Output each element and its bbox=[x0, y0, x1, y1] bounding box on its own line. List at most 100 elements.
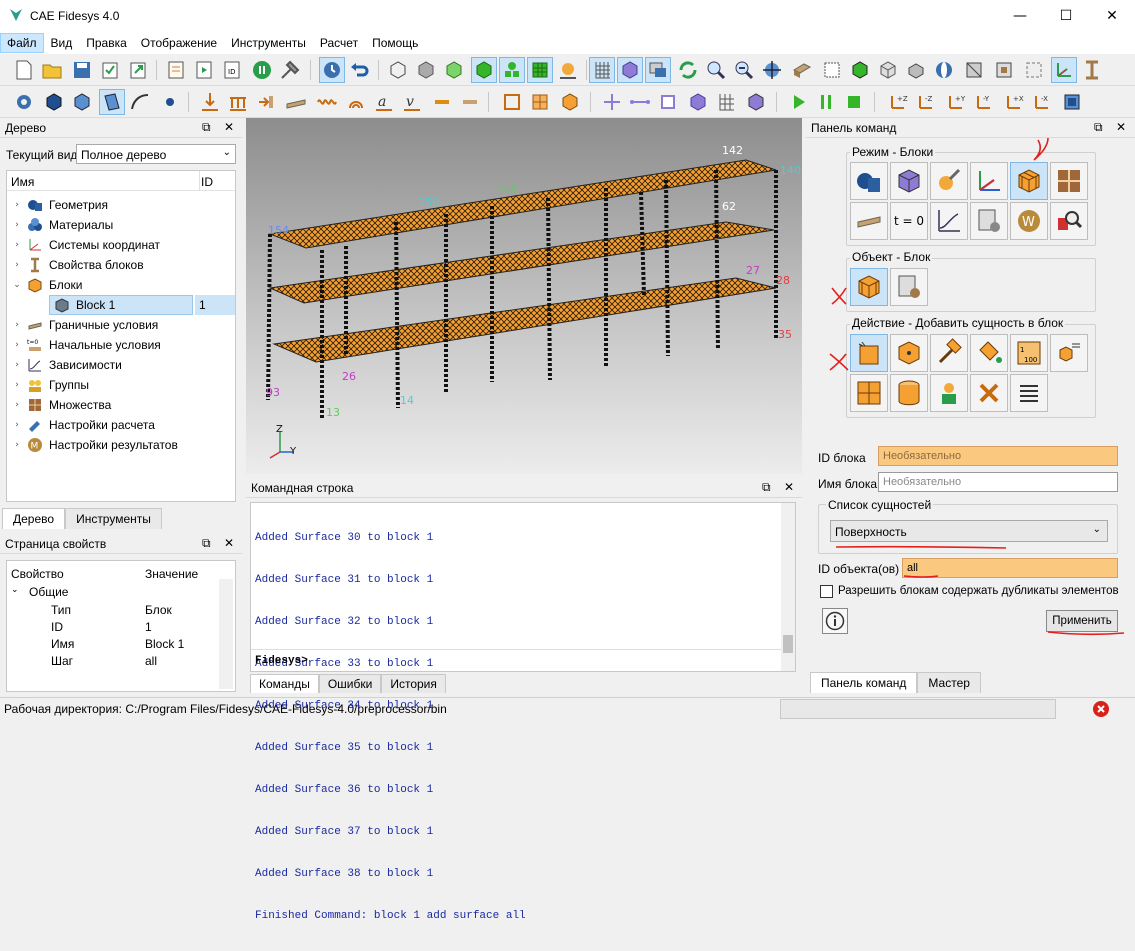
mesh-grid-icon[interactable] bbox=[714, 90, 738, 114]
maximize-button[interactable]: ☐ bbox=[1043, 0, 1089, 32]
action-paint-button[interactable] bbox=[970, 334, 1008, 372]
tree-item-analysis-settings[interactable]: › Настройки расчета bbox=[11, 415, 155, 435]
stop-icon[interactable] bbox=[842, 90, 866, 114]
export-icon[interactable] bbox=[126, 58, 150, 82]
section-icon[interactable] bbox=[992, 58, 1016, 82]
float-icon[interactable]: ⧉ bbox=[202, 120, 211, 135]
close-button[interactable]: ✕ bbox=[1089, 0, 1135, 32]
block-id-input[interactable]: Необязательно bbox=[878, 446, 1118, 466]
panel-close-icon[interactable]: ✕ bbox=[1116, 120, 1126, 134]
action-info-list-button[interactable] bbox=[1010, 374, 1048, 412]
menu-analysis[interactable]: Расчет bbox=[313, 33, 365, 53]
menu-display[interactable]: Отображение bbox=[134, 33, 224, 53]
action-material-button[interactable] bbox=[930, 374, 968, 412]
beam-section-icon[interactable] bbox=[1080, 58, 1104, 82]
action-properties-button[interactable] bbox=[930, 334, 968, 372]
command-scrollbar[interactable] bbox=[781, 503, 795, 671]
pick-info-icon[interactable] bbox=[319, 57, 345, 83]
import-icon[interactable] bbox=[98, 58, 122, 82]
mode-postprocess-button[interactable] bbox=[1050, 202, 1088, 240]
view-minus-y-icon[interactable]: -Y bbox=[972, 90, 996, 114]
tree-item-boundary-conditions[interactable]: › Граничные условия bbox=[11, 315, 158, 335]
contact-icon[interactable] bbox=[458, 90, 482, 114]
solid-view-icon[interactable] bbox=[790, 58, 814, 82]
tree-item-block-1[interactable]: Block 1 bbox=[49, 295, 193, 315]
heat-flux-icon[interactable] bbox=[344, 90, 368, 114]
view-minus-z-icon[interactable]: -Z bbox=[914, 90, 938, 114]
tree-item-blocks[interactable]: ⌄ Блоки bbox=[11, 275, 83, 295]
pressure-icon[interactable] bbox=[254, 90, 278, 114]
object-block-button[interactable] bbox=[850, 268, 888, 306]
minimize-button[interactable]: — bbox=[997, 0, 1043, 32]
mode-geometry-button[interactable] bbox=[850, 162, 888, 200]
mode-bc-button[interactable] bbox=[850, 202, 888, 240]
mode-materials-button[interactable] bbox=[930, 162, 968, 200]
zoom-fit-icon[interactable] bbox=[760, 58, 784, 82]
tree-item-dependencies[interactable]: › Зависимости bbox=[11, 355, 122, 375]
save-icon[interactable] bbox=[70, 58, 94, 82]
tab-command-panel[interactable]: Панель команд bbox=[810, 672, 918, 693]
tab-wizard[interactable]: Мастер bbox=[917, 672, 981, 693]
error-status-icon[interactable] bbox=[1092, 700, 1110, 718]
pause-icon[interactable] bbox=[250, 58, 274, 82]
force-icon[interactable] bbox=[226, 90, 250, 114]
element-cube-icon[interactable] bbox=[744, 90, 768, 114]
mesh-box-icon[interactable] bbox=[500, 90, 524, 114]
spring-icon[interactable] bbox=[314, 90, 338, 114]
zoom-out-icon[interactable] bbox=[732, 58, 756, 82]
curve-icon[interactable] bbox=[128, 90, 152, 114]
transparency-icon[interactable] bbox=[932, 58, 956, 82]
mode-dependencies-button[interactable] bbox=[930, 202, 968, 240]
mode-analysis-button[interactable] bbox=[970, 202, 1008, 240]
view-minus-x-icon[interactable]: -X bbox=[1030, 90, 1054, 114]
zoom-in-icon[interactable] bbox=[704, 58, 728, 82]
wire-gray-icon[interactable] bbox=[876, 58, 900, 82]
action-delete-button[interactable] bbox=[970, 374, 1008, 412]
group-general[interactable]: Общие bbox=[29, 585, 68, 599]
tree-item-block-properties[interactable]: › Свойства блоков bbox=[11, 255, 144, 275]
tree-item-results-settings[interactable]: › M Настройки результатов bbox=[11, 435, 178, 455]
grid-axes-icon[interactable] bbox=[589, 57, 615, 83]
object-ids-input[interactable]: all bbox=[902, 558, 1118, 578]
properties-scrollbar[interactable] bbox=[219, 579, 233, 689]
panel-close-icon[interactable]: ✕ bbox=[224, 536, 234, 550]
green-shapes-icon[interactable] bbox=[499, 57, 525, 83]
explode-view-icon[interactable] bbox=[1022, 58, 1046, 82]
settings-tools-icon[interactable] bbox=[278, 58, 302, 82]
hex-element-icon[interactable] bbox=[686, 90, 710, 114]
new-file-icon[interactable] bbox=[12, 58, 36, 82]
tree-item-sets[interactable]: › Множества bbox=[11, 395, 111, 415]
pause-green-icon[interactable] bbox=[814, 90, 838, 114]
info-button[interactable] bbox=[822, 608, 848, 634]
clip-plane-icon[interactable] bbox=[962, 58, 986, 82]
mode-mesh-button[interactable] bbox=[890, 162, 928, 200]
tab-commands[interactable]: Команды bbox=[250, 674, 319, 693]
grid-view-icon[interactable] bbox=[820, 58, 844, 82]
current-view-select[interactable]: Полное дерево ⌄ bbox=[76, 144, 236, 164]
panel-close-icon[interactable]: ✕ bbox=[224, 120, 234, 134]
command-output[interactable]: Added Surface 30 to block 1 Added Surfac… bbox=[250, 502, 796, 922]
velocity-icon[interactable]: v bbox=[400, 90, 424, 114]
mode-initial-button[interactable]: t = 0 bbox=[890, 202, 928, 240]
wireframe-cube-icon[interactable] bbox=[386, 58, 410, 82]
node-icon[interactable] bbox=[556, 58, 580, 82]
green-cube-outline-icon[interactable] bbox=[442, 58, 466, 82]
volume-light-icon[interactable] bbox=[70, 90, 94, 114]
purple-cube-icon[interactable] bbox=[617, 57, 643, 83]
mesh-hex-icon[interactable] bbox=[558, 90, 582, 114]
displacement-icon[interactable] bbox=[198, 90, 222, 114]
view-plus-z-icon[interactable]: +Z bbox=[886, 90, 910, 114]
menu-edit[interactable]: Правка bbox=[79, 33, 134, 53]
green-mesh-icon[interactable] bbox=[527, 57, 553, 83]
vertex-icon[interactable] bbox=[158, 90, 182, 114]
object-block-props-button[interactable] bbox=[890, 268, 928, 306]
float-icon[interactable]: ⧉ bbox=[1094, 120, 1103, 135]
tree-item-initial-conditions[interactable]: › t=0 Начальные условия bbox=[11, 335, 161, 355]
temperature-icon[interactable] bbox=[430, 90, 454, 114]
view-plus-y-icon[interactable]: +Y bbox=[944, 90, 968, 114]
run-script-icon[interactable] bbox=[192, 58, 216, 82]
menu-view[interactable]: Вид bbox=[44, 33, 80, 53]
tab-errors[interactable]: Ошибки bbox=[318, 674, 382, 693]
view-plus-x-icon[interactable]: +X bbox=[1002, 90, 1026, 114]
gray-cube-icon[interactable] bbox=[414, 58, 438, 82]
